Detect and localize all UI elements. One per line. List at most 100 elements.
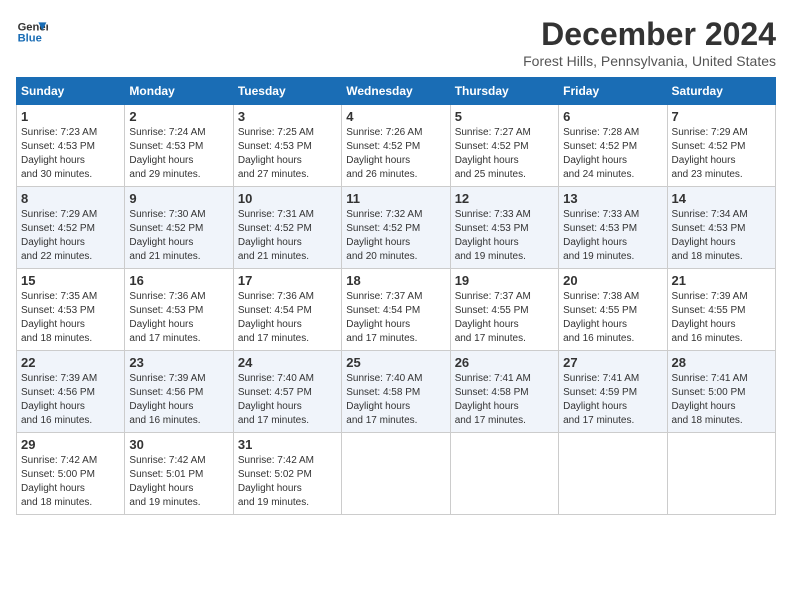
calendar-cell: 17Sunrise: 7:36 AMSunset: 4:54 PMDayligh… [233,269,341,351]
header-row: SundayMondayTuesdayWednesdayThursdayFrid… [17,78,776,105]
day-info: Sunrise: 7:42 AMSunset: 5:02 PMDaylight … [238,454,337,510]
calendar-cell: 31 Sunrise: 7:42 AMSunset: 5:02 PMDayligh… [233,433,341,515]
calendar-cell: 25 Sunrise: 7:40 AMSunset: 4:58 PMDayligh… [342,351,450,433]
calendar-cell: 29 Sunrise: 7:42 AMSunset: 5:00 PMDayligh… [17,433,125,515]
calendar-cell: 28Sunrise: 7:41 AMSunset: 5:00 PMDayligh… [667,351,775,433]
day-info: Sunrise: 7:40 AMSunset: 4:58 PMDaylight … [346,372,445,428]
day-info: Sunrise: 7:37 AMSunset: 4:55 PMDaylight … [455,290,554,346]
day-info: Sunrise: 7:40 AMSunset: 4:57 PMDaylight … [238,372,337,428]
calendar-cell: 15 Sunrise: 7:35 AMSunset: 4:53 PMDayligh… [17,269,125,351]
week-row-3: 15 Sunrise: 7:35 AMSunset: 4:53 PMDayligh… [17,269,776,351]
day-number: 6 [563,109,662,124]
calendar-cell [450,433,558,515]
day-header-wednesday: Wednesday [342,78,450,105]
day-info: Sunrise: 7:28 AMSunset: 4:52 PMDaylight … [563,126,662,182]
calendar-cell: 6 Sunrise: 7:28 AMSunset: 4:52 PMDaylight… [559,105,667,187]
calendar-cell: 19 Sunrise: 7:37 AMSunset: 4:55 PMDayligh… [450,269,558,351]
calendar-cell: 22 Sunrise: 7:39 AMSunset: 4:56 PMDayligh… [17,351,125,433]
day-number: 1 [21,109,120,124]
calendar-cell: 30 Sunrise: 7:42 AMSunset: 5:01 PMDayligh… [125,433,233,515]
day-number: 25 [346,355,445,370]
calendar-cell: 21Sunrise: 7:39 AMSunset: 4:55 PMDayligh… [667,269,775,351]
day-number: 10 [238,191,337,206]
day-number: 22 [21,355,120,370]
day-number: 24 [238,355,337,370]
day-header-sunday: Sunday [17,78,125,105]
calendar-cell: 11Sunrise: 7:32 AMSunset: 4:52 PMDayligh… [342,187,450,269]
calendar-cell: 5 Sunrise: 7:27 AMSunset: 4:52 PMDaylight… [450,105,558,187]
calendar-cell: 1 Sunrise: 7:23 AMSunset: 4:53 PMDaylight… [17,105,125,187]
day-info: Sunrise: 7:42 AMSunset: 5:01 PMDaylight … [129,454,228,510]
day-number: 14 [672,191,771,206]
day-info: Sunrise: 7:34 AMSunset: 4:53 PMDaylight … [672,208,771,264]
calendar-cell: 26 Sunrise: 7:41 AMSunset: 4:58 PMDayligh… [450,351,558,433]
calendar-cell [667,433,775,515]
day-number: 2 [129,109,228,124]
calendar-cell: 13 Sunrise: 7:33 AMSunset: 4:53 PMDayligh… [559,187,667,269]
calendar-table: SundayMondayTuesdayWednesdayThursdayFrid… [16,77,776,515]
day-info: Sunrise: 7:41 AMSunset: 4:58 PMDaylight … [455,372,554,428]
day-number: 5 [455,109,554,124]
calendar-cell: 23 Sunrise: 7:39 AMSunset: 4:56 PMDayligh… [125,351,233,433]
day-number: 7 [672,109,771,124]
calendar-cell [559,433,667,515]
calendar-cell [342,433,450,515]
day-info: Sunrise: 7:42 AMSunset: 5:00 PMDaylight … [21,454,120,510]
calendar-cell: 2 Sunrise: 7:24 AMSunset: 4:53 PMDaylight… [125,105,233,187]
day-number: 9 [129,191,228,206]
day-number: 3 [238,109,337,124]
calendar-cell: 12 Sunrise: 7:33 AMSunset: 4:53 PMDayligh… [450,187,558,269]
calendar-cell: 16Sunrise: 7:36 AMSunset: 4:53 PMDayligh… [125,269,233,351]
day-number: 26 [455,355,554,370]
week-row-5: 29 Sunrise: 7:42 AMSunset: 5:00 PMDayligh… [17,433,776,515]
day-info: Sunrise: 7:29 AMSunset: 4:52 PMDaylight … [21,208,120,264]
week-row-1: 1 Sunrise: 7:23 AMSunset: 4:53 PMDaylight… [17,105,776,187]
day-info: Sunrise: 7:29 AMSunset: 4:52 PMDaylight … [672,126,771,182]
logo-icon: General Blue [16,16,48,48]
day-info: Sunrise: 7:33 AMSunset: 4:53 PMDaylight … [563,208,662,264]
day-info: Sunrise: 7:26 AMSunset: 4:52 PMDaylight … [346,126,445,182]
calendar-cell: 4 Sunrise: 7:26 AMSunset: 4:52 PMDaylight… [342,105,450,187]
calendar-cell: 18 Sunrise: 7:37 AMSunset: 4:54 PMDayligh… [342,269,450,351]
day-info: Sunrise: 7:39 AMSunset: 4:56 PMDaylight … [21,372,120,428]
header: General Blue December 2024 Forest Hills,… [16,16,776,69]
day-info: Sunrise: 7:41 AMSunset: 4:59 PMDaylight … [563,372,662,428]
day-info: Sunrise: 7:27 AMSunset: 4:52 PMDaylight … [455,126,554,182]
day-info: Sunrise: 7:24 AMSunset: 4:53 PMDaylight … [129,126,228,182]
day-info: Sunrise: 7:39 AMSunset: 4:56 PMDaylight … [129,372,228,428]
week-row-4: 22 Sunrise: 7:39 AMSunset: 4:56 PMDayligh… [17,351,776,433]
day-number: 19 [455,273,554,288]
calendar-cell: 27Sunrise: 7:41 AMSunset: 4:59 PMDayligh… [559,351,667,433]
day-info: Sunrise: 7:31 AMSunset: 4:52 PMDaylight … [238,208,337,264]
day-number: 12 [455,191,554,206]
calendar-cell: 3 Sunrise: 7:25 AMSunset: 4:53 PMDaylight… [233,105,341,187]
day-info: Sunrise: 7:36 AMSunset: 4:54 PMDaylight … [238,290,337,346]
day-number: 23 [129,355,228,370]
calendar-cell: 14 Sunrise: 7:34 AMSunset: 4:53 PMDayligh… [667,187,775,269]
calendar-cell: 20Sunrise: 7:38 AMSunset: 4:55 PMDayligh… [559,269,667,351]
week-row-2: 8Sunrise: 7:29 AMSunset: 4:52 PMDaylight… [17,187,776,269]
month-title: December 2024 [523,16,776,53]
day-number: 15 [21,273,120,288]
day-info: Sunrise: 7:35 AMSunset: 4:53 PMDaylight … [21,290,120,346]
day-number: 29 [21,437,120,452]
day-info: Sunrise: 7:33 AMSunset: 4:53 PMDaylight … [455,208,554,264]
day-header-thursday: Thursday [450,78,558,105]
day-number: 30 [129,437,228,452]
title-area: December 2024 Forest Hills, Pennsylvania… [523,16,776,69]
location-title: Forest Hills, Pennsylvania, United State… [523,53,776,69]
day-info: Sunrise: 7:41 AMSunset: 5:00 PMDaylight … [672,372,771,428]
day-header-monday: Monday [125,78,233,105]
day-info: Sunrise: 7:25 AMSunset: 4:53 PMDaylight … [238,126,337,182]
day-number: 31 [238,437,337,452]
svg-text:Blue: Blue [18,33,42,45]
day-number: 18 [346,273,445,288]
day-number: 13 [563,191,662,206]
day-info: Sunrise: 7:39 AMSunset: 4:55 PMDaylight … [672,290,771,346]
day-info: Sunrise: 7:30 AMSunset: 4:52 PMDaylight … [129,208,228,264]
calendar-cell: 8Sunrise: 7:29 AMSunset: 4:52 PMDaylight… [17,187,125,269]
day-info: Sunrise: 7:37 AMSunset: 4:54 PMDaylight … [346,290,445,346]
day-info: Sunrise: 7:23 AMSunset: 4:53 PMDaylight … [21,126,120,182]
day-number: 4 [346,109,445,124]
calendar-cell: 24 Sunrise: 7:40 AMSunset: 4:57 PMDayligh… [233,351,341,433]
